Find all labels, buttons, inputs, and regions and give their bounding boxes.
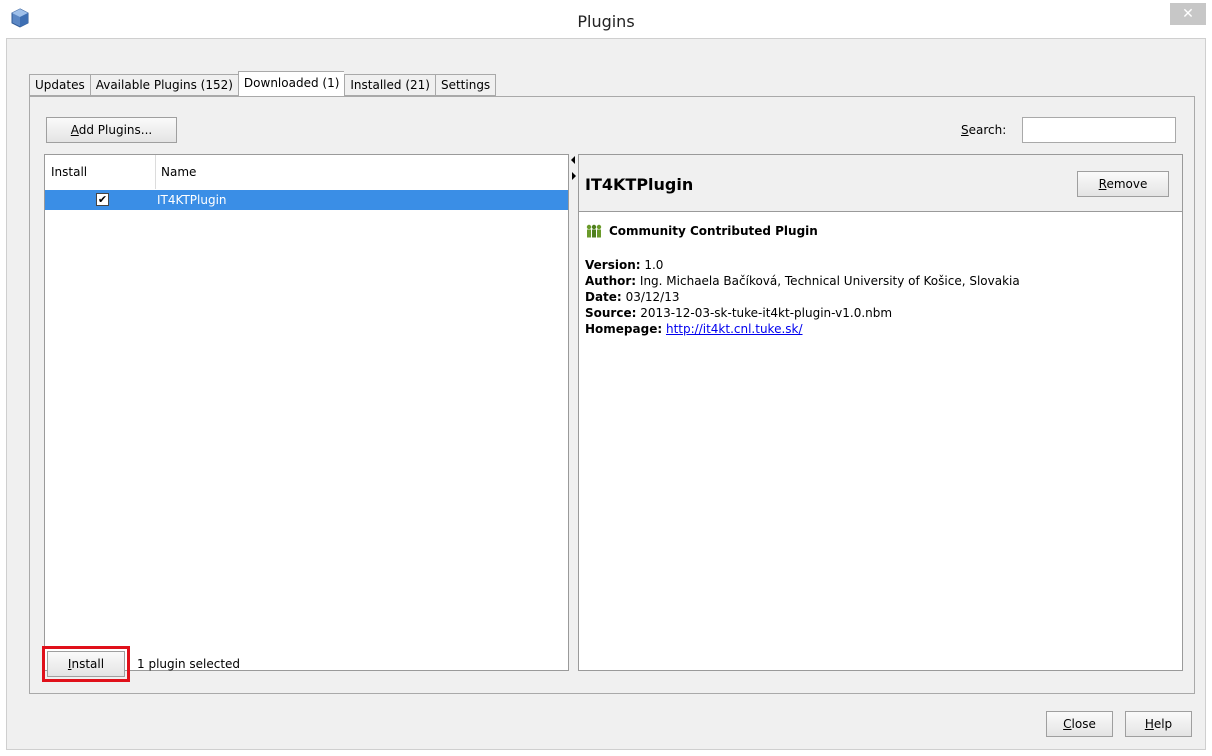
- splitter-collapse-icon[interactable]: [571, 154, 577, 184]
- add-plugins-button[interactable]: Add Plugins...: [46, 117, 177, 143]
- author-line: Author: Ing. Michaela Bačíková, Technica…: [585, 274, 1020, 288]
- source-line: Source: 2013-12-03-sk-tuke-it4kt-plugin-…: [585, 306, 893, 320]
- tab-installed[interactable]: Installed (21): [344, 74, 435, 96]
- window-title: Plugins: [577, 12, 635, 31]
- search-label: Search:: [961, 123, 1007, 137]
- tab-updates[interactable]: Updates: [29, 74, 90, 96]
- help-button[interactable]: Help: [1125, 711, 1192, 737]
- community-badge: Community Contributed Plugin: [585, 223, 1020, 239]
- search-input[interactable]: [1022, 117, 1176, 143]
- install-highlight-box: [42, 646, 130, 682]
- plugin-details-panel: IT4KTPlugin Remove Community Contributed…: [578, 154, 1183, 671]
- date-line: Date: 03/12/13: [585, 290, 680, 304]
- homepage-link[interactable]: http://it4kt.cnl.tuke.sk/: [666, 322, 803, 336]
- table-row[interactable]: ✔ IT4KTPlugin: [45, 190, 568, 210]
- plugins-dialog: Updates Available Plugins (152) Download…: [6, 38, 1206, 750]
- close-button[interactable]: Close: [1046, 711, 1113, 737]
- window-close-button[interactable]: ✕: [1170, 3, 1206, 25]
- column-divider[interactable]: [155, 155, 156, 189]
- tab-bar: Updates Available Plugins (152) Download…: [29, 71, 497, 97]
- tab-available-plugins[interactable]: Available Plugins (152): [89, 74, 238, 96]
- details-body: Community Contributed Plugin Version: 1.…: [585, 223, 1020, 337]
- version-line: Version: 1.0: [585, 258, 664, 272]
- title-bar: Plugins ✕: [0, 0, 1212, 38]
- community-people-icon: [586, 224, 602, 238]
- install-checkbox[interactable]: ✔: [96, 193, 109, 206]
- homepage-line: Homepage: http://it4kt.cnl.tuke.sk/: [585, 322, 803, 336]
- details-header: IT4KTPlugin Remove: [579, 155, 1182, 212]
- details-title: IT4KTPlugin: [585, 175, 694, 194]
- downloaded-panel: Add Plugins... Search: Install Name ✔ IT…: [29, 96, 1195, 694]
- selection-status: 1 plugin selected: [137, 657, 241, 671]
- plugins-table: Install Name ✔ IT4KTPlugin: [44, 154, 569, 671]
- plugin-name-cell: IT4KTPlugin: [157, 193, 227, 207]
- column-header-install[interactable]: Install: [51, 165, 87, 179]
- tab-settings[interactable]: Settings: [434, 74, 497, 96]
- column-header-name[interactable]: Name: [161, 165, 196, 179]
- badge-label: Community Contributed Plugin: [609, 224, 818, 238]
- remove-button[interactable]: Remove: [1077, 171, 1169, 197]
- tab-downloaded[interactable]: Downloaded (1): [237, 71, 345, 97]
